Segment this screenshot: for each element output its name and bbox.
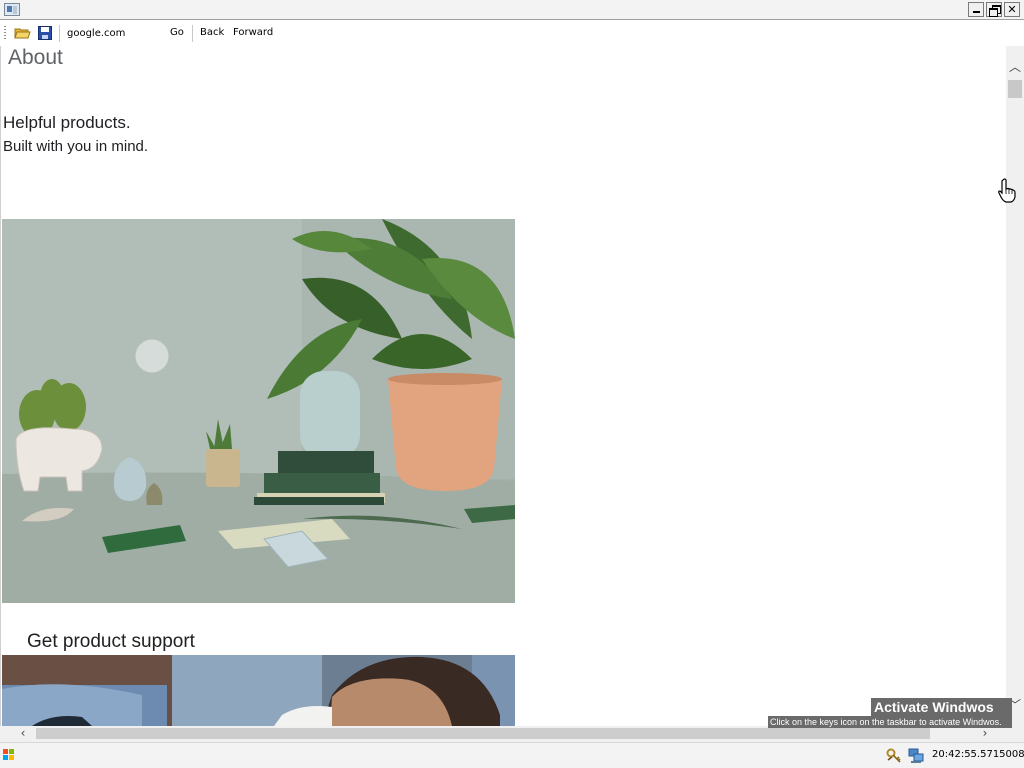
product-support-image (2, 655, 515, 726)
close-button[interactable]: ✕ (1004, 2, 1020, 17)
windows-logo-icon (9, 749, 14, 754)
forward-button[interactable]: Forward (233, 27, 273, 38)
browser-toolbar: Go Back Forward (0, 21, 1024, 46)
address-input[interactable] (64, 24, 162, 43)
horizontal-scroll-thumb[interactable] (36, 728, 930, 739)
toolbar-grip[interactable] (4, 26, 6, 40)
start-button[interactable] (3, 749, 15, 761)
windows-logo-icon (3, 749, 8, 754)
tagline-line1: Helpful products. (3, 113, 131, 132)
toolbar-separator (59, 25, 60, 42)
app-icon (4, 3, 20, 16)
activation-watermark-subtitle: Click on the keys icon on the taskbar to… (768, 716, 1012, 728)
hand-pointer-cursor-icon (998, 178, 1016, 203)
keys-icon[interactable] (886, 748, 902, 764)
restore-button[interactable] (986, 2, 1002, 17)
about-heading[interactable]: About (8, 46, 63, 70)
minimize-button[interactable] (968, 2, 984, 17)
window-title-bar: ✕ (0, 0, 1024, 20)
save-icon[interactable] (38, 26, 52, 40)
vertical-scroll-thumb[interactable] (1008, 80, 1022, 98)
activation-watermark-title: Activate Windwos (871, 698, 1012, 717)
scroll-left-arrow[interactable]: ‹ (16, 726, 30, 742)
scroll-right-arrow[interactable]: › (978, 726, 992, 742)
page-viewport: About Helpful products. Built with you i… (0, 46, 1006, 726)
back-button[interactable]: Back (200, 27, 224, 38)
windows-logo-icon (9, 755, 14, 760)
products-hero-image (2, 219, 515, 603)
horizontal-scrollbar[interactable]: ‹ › (0, 726, 1024, 742)
vertical-scrollbar[interactable]: ︿ ﹀ (1006, 46, 1024, 726)
tagline-line2: Built with you in mind. (3, 138, 149, 155)
toolbar-separator (192, 25, 193, 42)
windows-logo-icon (3, 755, 8, 760)
network-icon[interactable] (908, 748, 924, 764)
support-heading[interactable]: Get product support (27, 631, 195, 653)
go-button[interactable]: Go (170, 27, 184, 38)
scroll-up-arrow[interactable]: ︿ (1006, 58, 1024, 76)
taskbar-clock[interactable]: 20:42:55.5715008 (932, 749, 1024, 760)
taskbar: 20:42:55.5715008 (0, 742, 1024, 768)
open-folder-icon[interactable] (14, 26, 31, 40)
